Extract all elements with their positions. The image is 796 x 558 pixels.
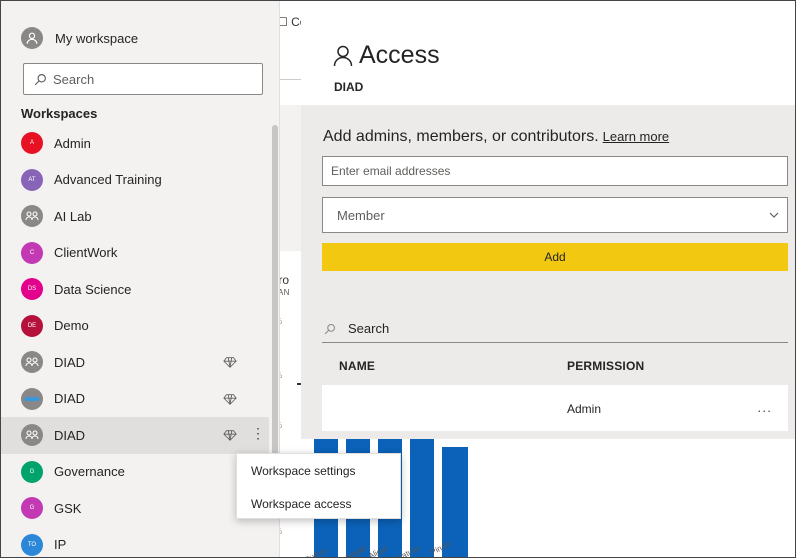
- workspace-item[interactable]: G GSK: [1, 490, 269, 527]
- workspace-initials: DE: [27, 322, 37, 329]
- member-search-input[interactable]: Search: [322, 315, 788, 343]
- add-prompt-text: Add admins, members, or contributors.: [323, 128, 599, 145]
- add-members-prompt: Add admins, members, or contributors. Lea…: [323, 128, 669, 146]
- workspace-item[interactable]: A Admin: [1, 125, 269, 162]
- workspace-item[interactable]: DS Data Science: [1, 271, 269, 308]
- workspace-label: IP: [54, 537, 67, 553]
- group-icon: [21, 424, 43, 447]
- permission-cell: Admin: [567, 402, 602, 416]
- my-workspace-link[interactable]: My workspace: [21, 27, 138, 49]
- workspace-context-menu: Workspace settings Workspace access: [236, 453, 401, 519]
- workspace-label: Demo: [54, 318, 89, 334]
- workspace-label: DIAD: [54, 391, 86, 407]
- search-icon: [324, 323, 336, 334]
- my-workspace-label: My workspace: [55, 30, 139, 46]
- workspace-label: Advanced Training: [54, 172, 162, 188]
- workspace-label: Admin: [54, 135, 91, 151]
- column-header-name[interactable]: NAME: [339, 359, 375, 373]
- workspace-initials: G: [29, 505, 35, 512]
- chart-bar[interactable]: [410, 439, 434, 557]
- workspace-initials: TO: [27, 541, 37, 548]
- add-button[interactable]: Add: [322, 243, 788, 271]
- workspace-avatar: AT: [21, 168, 43, 191]
- learn-more-link[interactable]: Learn more: [603, 129, 669, 144]
- person-icon: [333, 45, 353, 66]
- access-title-text: Access: [359, 41, 440, 69]
- premium-diamond-icon: [223, 357, 237, 368]
- workspace-avatar: TO: [21, 533, 43, 556]
- search-icon: [34, 73, 46, 85]
- chevron-down-icon: [769, 212, 779, 218]
- workspace-label: DIAD: [54, 354, 86, 370]
- access-title: Access: [333, 41, 440, 70]
- menu-item-workspace-settings[interactable]: Workspace settings: [237, 454, 400, 487]
- workspace-initials: C: [29, 249, 35, 256]
- workspace-item[interactable]: TO IP: [1, 527, 269, 558]
- workspace-label: DIAD: [54, 427, 86, 443]
- more-options-icon[interactable]: ⋮: [251, 426, 265, 440]
- workspace-initials: DS: [27, 286, 37, 293]
- email-input[interactable]: Enter email addresses: [322, 156, 788, 186]
- person-icon: [21, 27, 43, 49]
- workspace-item[interactable]: AT Advanced Training: [1, 162, 269, 199]
- role-selected-value: Member: [337, 207, 385, 223]
- workspace-search-input[interactable]: Search: [23, 63, 263, 95]
- workspace-avatar: DS: [21, 278, 43, 301]
- workspace-label: ClientWork: [54, 245, 118, 261]
- workspace-initials: A: [29, 140, 34, 147]
- workspace-item[interactable]: DIAD: [1, 381, 269, 418]
- workspace-avatar: G: [21, 460, 43, 483]
- role-select[interactable]: Member: [322, 197, 788, 233]
- workspace-label: GSK: [54, 500, 82, 516]
- more-options-icon[interactable]: ...: [757, 399, 772, 415]
- menu-item-workspace-access[interactable]: Workspace access: [237, 487, 400, 520]
- workspace-avatar: DE: [21, 314, 43, 337]
- workspace-initials: AT: [28, 176, 36, 183]
- workspace-image-icon: [21, 387, 43, 410]
- group-icon: [21, 351, 43, 374]
- member-search-placeholder: Search: [348, 321, 390, 336]
- workspace-item[interactable]: C ClientWork: [1, 235, 269, 272]
- workspace-initials: G: [29, 468, 35, 475]
- workspace-label: AI Lab: [54, 208, 92, 224]
- workspace-item[interactable]: AI Lab: [1, 198, 269, 235]
- workspace-label: Governance: [54, 464, 125, 480]
- access-subtitle: DIAD: [334, 80, 364, 94]
- premium-diamond-icon: [223, 430, 237, 441]
- workspace-item[interactable]: DE Demo: [1, 308, 269, 345]
- sidebar-scrollbar[interactable]: [272, 125, 278, 457]
- premium-diamond-icon: [223, 393, 237, 405]
- search-placeholder: Search: [53, 71, 95, 87]
- group-icon: [21, 205, 43, 228]
- column-header-permission[interactable]: PERMISSION: [567, 359, 644, 373]
- workspace-list: A Admin AT Advanced Training AI Lab C Cl…: [1, 125, 269, 558]
- table-row[interactable]: Admin ...: [322, 385, 788, 431]
- workspace-avatar: A: [21, 132, 43, 155]
- workspace-label: Data Science: [54, 281, 132, 297]
- app-window: ☐ Co Gro MAN % % % % Currus VanArsdel Al…: [0, 0, 796, 558]
- workspace-item[interactable]: G Governance: [1, 454, 269, 491]
- workspaces-heading: Workspaces: [21, 106, 98, 121]
- workspace-avatar: G: [21, 497, 43, 520]
- workspace-avatar: C: [21, 241, 43, 264]
- workspace-item[interactable]: DIAD: [1, 344, 269, 381]
- email-placeholder: Enter email addresses: [331, 164, 451, 178]
- workspace-item-selected[interactable]: DIAD ⋮: [1, 417, 269, 454]
